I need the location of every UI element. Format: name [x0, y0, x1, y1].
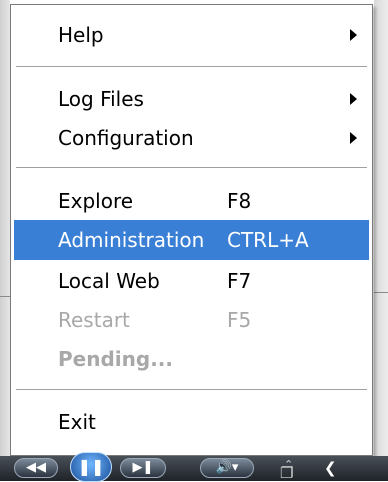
background-line: [374, 292, 388, 293]
menu-item-shortcut: CTRL+A: [227, 228, 309, 252]
pause-icon[interactable]: ❚❚: [70, 452, 112, 482]
menu-item-configuration[interactable]: Configuration: [14, 118, 369, 158]
submenu-arrow-icon: [350, 93, 357, 105]
volume-icon[interactable]: 🔊▾: [200, 458, 254, 478]
menu-item-log-files[interactable]: Log Files: [14, 79, 369, 119]
menu-item-label: Log Files: [58, 87, 144, 111]
submenu-arrow-icon: [350, 132, 357, 144]
background-window-edge-left: [0, 0, 10, 481]
menu-item-local-web[interactable]: Local Web F7: [14, 261, 369, 301]
menu-item-label: Configuration: [58, 126, 194, 150]
menu-item-exit[interactable]: Exit: [14, 402, 369, 442]
menu-item-pending[interactable]: Pending...: [14, 339, 369, 379]
menu-item-administration[interactable]: Administration CTRL+A: [14, 220, 369, 260]
back-arrow-icon[interactable]: ❮: [324, 459, 337, 477]
submenu-arrow-icon: [350, 29, 357, 41]
menu-item-restart[interactable]: Restart F5: [14, 300, 369, 340]
restore-icon[interactable]: ❐: [280, 464, 293, 482]
menu-item-label: Pending...: [58, 347, 173, 371]
background-window-edge-right: [374, 0, 388, 481]
menu-item-help[interactable]: Help: [14, 15, 369, 55]
menu-item-label: Restart: [58, 308, 130, 332]
taskbar-media-bar: ◀◀ ❚❚ ▶❚ 🔊▾ ⌃ ❐ ❮: [0, 452, 388, 482]
menu-separator: [16, 66, 367, 68]
menu-item-shortcut: F7: [227, 269, 252, 293]
background-line: [0, 296, 10, 297]
previous-icon[interactable]: ◀◀: [14, 458, 58, 478]
next-icon[interactable]: ▶❚: [120, 458, 166, 478]
menu-separator: [16, 389, 367, 391]
menu-item-explore[interactable]: Explore F8: [14, 181, 369, 221]
menu-item-shortcut: F5: [227, 308, 252, 332]
menu-item-label: Administration: [58, 228, 205, 252]
menu-separator: [16, 167, 367, 169]
menu-item-label: Exit: [58, 410, 96, 434]
menu-item-label: Help: [58, 23, 104, 47]
context-menu: Help Log Files Configuration Explore F8 …: [10, 4, 373, 456]
menu-item-label: Explore: [58, 189, 134, 213]
menu-item-shortcut: F8: [227, 189, 252, 213]
menu-item-label: Local Web: [58, 269, 160, 293]
